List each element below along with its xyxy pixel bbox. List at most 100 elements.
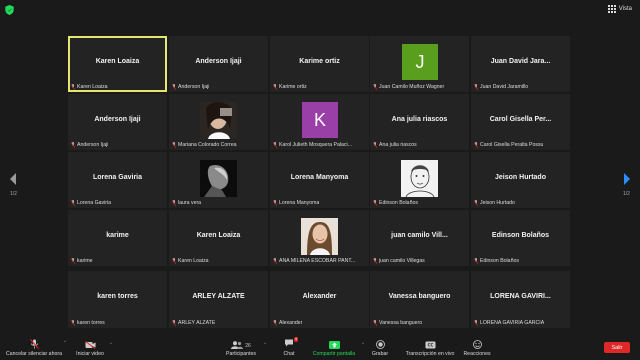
audio-options-caret-icon[interactable]: ^: [64, 339, 66, 344]
muted-mic-icon: [474, 142, 478, 148]
previous-page-arrow-icon[interactable]: [8, 172, 18, 186]
start-video-button[interactable]: Iniciar video ^: [74, 341, 112, 357]
participant-name-label: Lorena Manyoma: [279, 200, 320, 206]
top-bar: Vista: [0, 0, 640, 20]
reactions-button[interactable]: Reacciones: [462, 340, 492, 357]
muted-mic-icon: [474, 320, 478, 326]
leave-meeting-button[interactable]: Salir: [604, 342, 630, 353]
muted-mic-icon: [172, 200, 176, 206]
view-button[interactable]: Vista: [607, 5, 632, 13]
share-options-caret-icon[interactable]: ^: [362, 341, 364, 346]
video-options-caret-icon[interactable]: ^: [110, 341, 112, 346]
participant-tile[interactable]: Carol Gisella Per... Carol Gisella Peralt…: [471, 94, 570, 150]
participant-gallery: Karen Loaiza Karen Loaiza Anderson Ijaji An…: [68, 36, 570, 328]
live-transcript-button[interactable]: CC Transcripción en vivo: [402, 341, 458, 357]
participant-tile[interactable]: Lorena Gaviria Lorena Gaviria: [68, 152, 167, 208]
share-screen-icon: [328, 341, 340, 349]
participant-tile[interactable]: laura vera: [169, 152, 268, 208]
grid-view-icon: [607, 5, 616, 13]
participant-tile[interactable]: Vanessa banguero Vanessa banguero: [370, 271, 469, 328]
page-indicator-left: 1/2: [10, 191, 17, 197]
participant-name-tag: Lorena Manyoma: [273, 200, 319, 206]
participant-tile[interactable]: Edinson Bolaños: [370, 152, 469, 208]
participant-name-label: Juan Camilo Muñoz Wagner: [379, 84, 445, 90]
muted-mic-icon: [71, 142, 75, 148]
security-shield-icon[interactable]: [5, 5, 14, 15]
participant-name-label: karen torres: [77, 320, 105, 326]
participant-tile[interactable]: Alexander Alexander: [270, 271, 369, 328]
muted-mic-icon: [474, 258, 478, 264]
record-label: Grabar: [371, 351, 389, 357]
participant-name-tag: Ana julia riascos: [373, 142, 417, 148]
participant-tile[interactable]: ANA MILENA ESCOBAR PANT...: [270, 210, 369, 266]
participant-name-tag: Juan Camilo Muñoz Wagner: [373, 84, 444, 90]
participant-display-name: Alexander: [302, 292, 337, 300]
participant-tile[interactable]: Anderson Ijaji Anderson Ijaji: [169, 36, 268, 92]
participant-name-label: Edinson Bolaños: [379, 200, 418, 206]
participant-name-label: ARLEY ALZATE: [178, 320, 216, 326]
unmute-button[interactable]: Cancelar silenciar ahora ^: [4, 339, 66, 357]
participant-tile[interactable]: Karen Loaiza Karen Loaiza: [68, 36, 167, 92]
participant-name-label: Carol Gisella Peralta Possu: [480, 142, 544, 148]
share-screen-label: Compartir pantalla: [312, 351, 356, 357]
muted-mic-icon: [172, 142, 176, 148]
live-transcript-label: Transcripción en vivo: [405, 351, 455, 357]
participants-label: Participantes: [226, 351, 256, 357]
participant-tile[interactable]: Anderson Ijaji Anderson Ijaji: [68, 94, 167, 150]
participant-name-tag: Edinson Bolaños: [474, 258, 519, 264]
participant-tile[interactable]: karime karime: [68, 210, 167, 266]
participant-tile[interactable]: Edinson Bolaños Edinson Bolaños: [471, 210, 570, 266]
participant-tile[interactable]: LORENA GAVIRI... LORENA GAVIRIA GARCIA: [471, 271, 570, 328]
record-button[interactable]: Grabar: [370, 340, 390, 357]
participant-name-tag: Karime ortiz: [273, 84, 307, 90]
participant-tile[interactable]: Karime ortiz Karime ortiz: [270, 36, 369, 92]
participant-tile[interactable]: juan camilo Vill... juan camilo Villegas: [370, 210, 469, 266]
participant-tile[interactable]: Lorena Manyoma Lorena Manyoma: [270, 152, 369, 208]
start-video-label: Iniciar video: [76, 351, 104, 357]
participant-name-tag: Alexander: [273, 320, 302, 326]
participant-tile[interactable]: K Karol Julieth Mosquera Palaci...: [270, 94, 369, 150]
chat-button[interactable]: 4 Chat: [282, 337, 298, 357]
participant-tile[interactable]: Mariana Colorado Correa: [169, 94, 268, 150]
participant-name-label: Anderson Ijaji: [178, 84, 210, 90]
chat-unread-badge: 4: [294, 337, 298, 342]
muted-mic-icon: [172, 320, 176, 326]
participant-tile[interactable]: J Juan Camilo Muñoz Wagner: [370, 36, 469, 92]
participant-name-tag: Mariana Colorado Correa: [172, 142, 237, 148]
participant-name-tag: Lorena Gaviria: [71, 200, 111, 206]
participant-name-tag: Karen Loaiza: [172, 258, 209, 264]
participant-name-tag: Vanessa banguero: [373, 320, 422, 326]
participant-tile[interactable]: ARLEY ALZATE ARLEY ALZATE: [169, 271, 268, 328]
participant-profile-photo: [200, 160, 237, 197]
participants-caret-icon[interactable]: ^: [264, 341, 266, 346]
participant-name-label: Anderson Ijaji: [77, 142, 109, 148]
participant-tile[interactable]: Ana julia riascos Ana julia riascos: [370, 94, 469, 150]
muted-mic-icon: [71, 84, 75, 90]
participant-name-tag: ARLEY ALZATE: [172, 320, 215, 326]
meeting-toolbar: Cancelar silenciar ahora ^ Iniciar video…: [0, 336, 640, 360]
participant-tile[interactable]: Jeison Hurtado Jeison Hurtado: [471, 152, 570, 208]
muted-mic-icon: [373, 84, 377, 90]
participants-button[interactable]: 26 Participantes ^: [222, 341, 266, 357]
participants-count: 26: [245, 343, 251, 349]
participant-avatar: J: [402, 44, 438, 80]
share-screen-button[interactable]: Compartir pantalla ^: [310, 341, 364, 357]
participant-name-tag: Anderson Ijaji: [71, 142, 108, 148]
next-page-arrow-icon[interactable]: [622, 172, 632, 186]
muted-mic-icon: [474, 200, 478, 206]
participant-name-label: Ana julia riascos: [379, 142, 417, 148]
participant-tile[interactable]: Karen Loaiza Karen Loaiza: [169, 210, 268, 266]
muted-mic-icon: [273, 142, 277, 148]
muted-mic-icon: [29, 339, 39, 349]
muted-mic-icon: [273, 320, 277, 326]
participant-tile[interactable]: karen torres karen torres: [68, 271, 167, 328]
participant-name-tag: Anderson Ijaji: [172, 84, 209, 90]
participant-name-label: Vanessa banguero: [379, 320, 423, 326]
participant-name-tag: Edinson Bolaños: [373, 200, 418, 206]
participant-name-label: Mariana Colorado Correa: [178, 142, 237, 148]
closed-caption-icon: CC: [425, 341, 435, 349]
participant-tile[interactable]: Juan David Jara... Juan David Jaramillo: [471, 36, 570, 92]
participant-name-label: Edinson Bolaños: [480, 258, 519, 264]
participant-name-tag: Karol Julieth Mosquera Palaci...: [273, 142, 352, 148]
reactions-label: Reacciones: [463, 351, 491, 357]
